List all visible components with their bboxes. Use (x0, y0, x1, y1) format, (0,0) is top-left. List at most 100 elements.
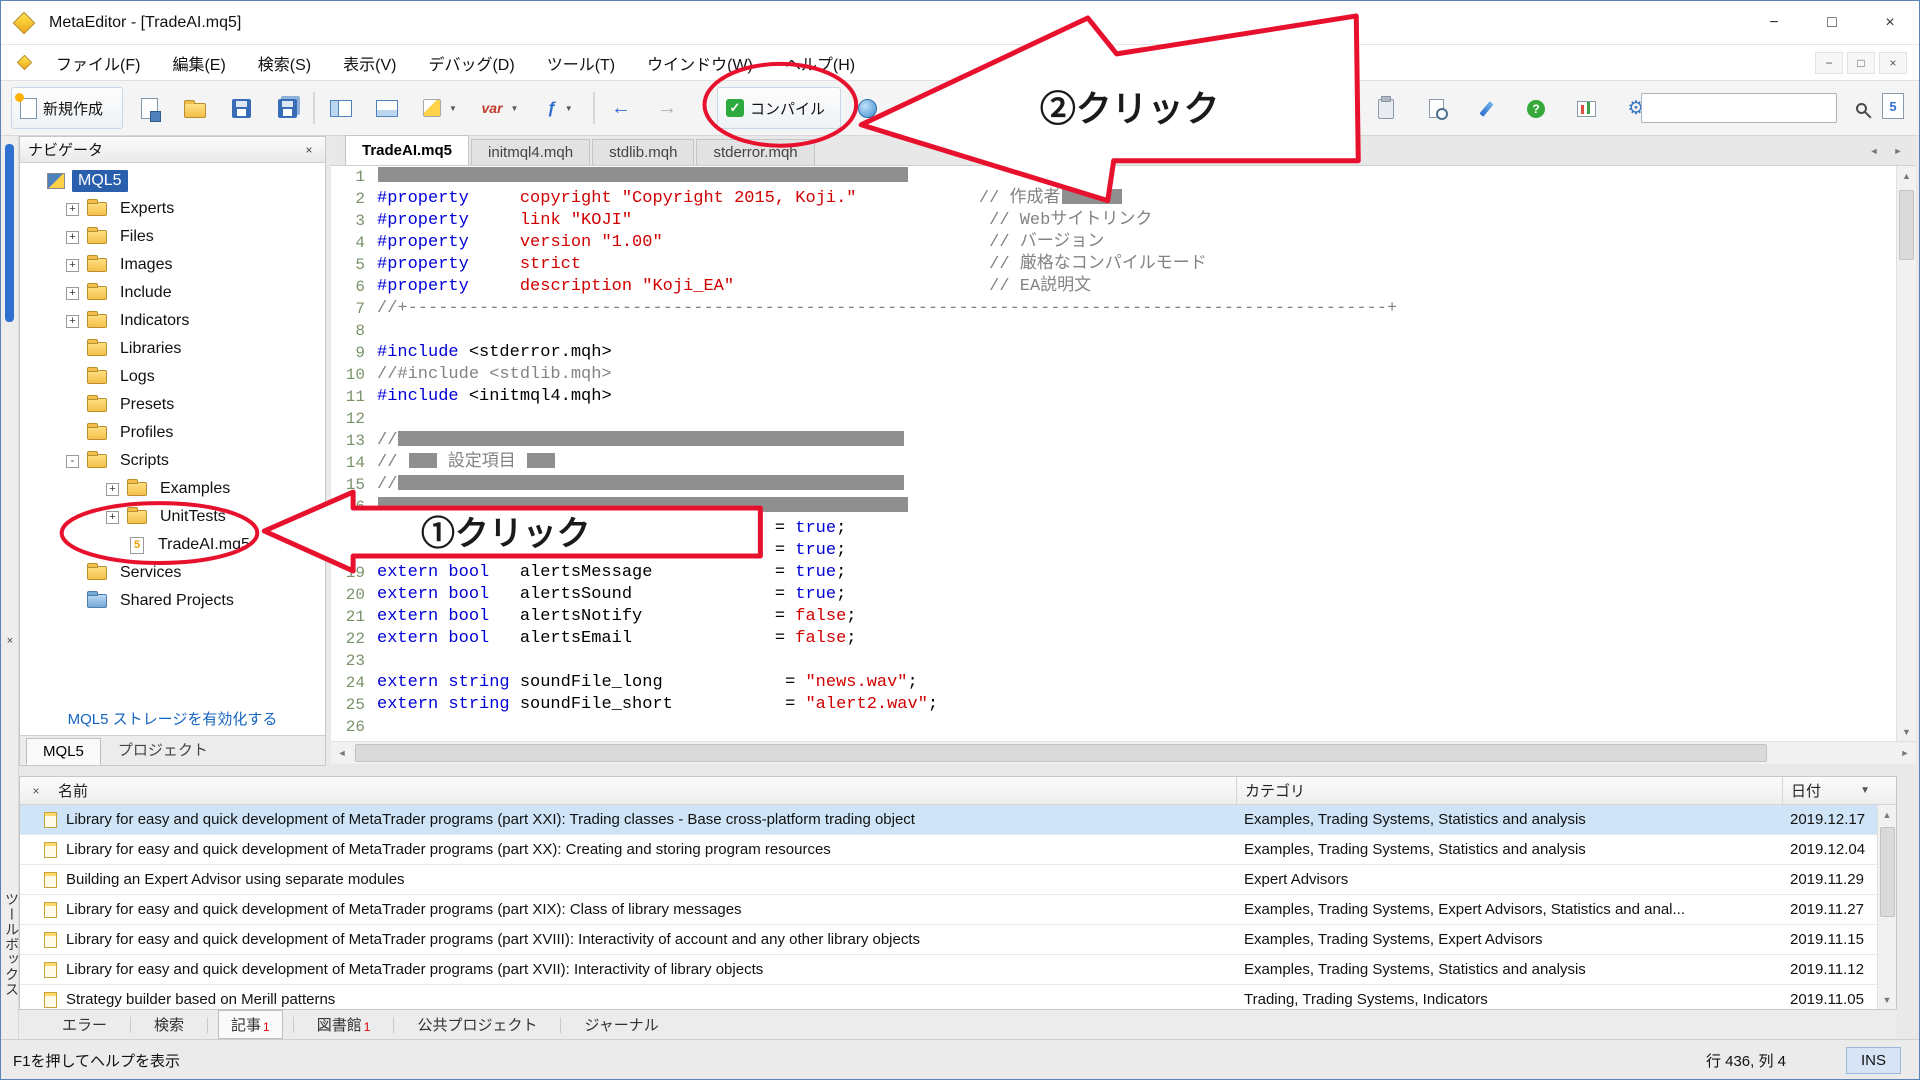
tree-item-images[interactable]: +Images (20, 251, 325, 279)
clipboard-button[interactable] (1366, 88, 1406, 130)
code-editor[interactable]: 12#property copyright "Copyright 2015, K… (331, 166, 1896, 741)
menu-tools[interactable]: ツール(T) (531, 45, 631, 80)
navigator-tab-project[interactable]: プロジェクト (101, 734, 225, 765)
tree-item-files[interactable]: +Files (20, 223, 325, 251)
expand-icon[interactable]: + (106, 483, 119, 496)
scroll-down-icon[interactable]: ▼ (1878, 990, 1896, 1009)
tab-prev-button[interactable]: ◄ (1865, 142, 1883, 160)
toolbox-tab-errors[interactable]: エラー (49, 1010, 120, 1039)
editor-tab-tradeai-mq5[interactable]: TradeAI.mq5 (345, 135, 469, 165)
search-in-files-button[interactable] (1416, 88, 1456, 130)
save-button[interactable] (221, 87, 261, 129)
scroll-down-icon[interactable]: ▼ (1897, 722, 1916, 741)
vertical-scroll-thumb[interactable] (1899, 190, 1914, 260)
minimize-button[interactable]: − (1745, 1, 1803, 44)
open-terminal-button[interactable] (1566, 88, 1606, 130)
article-row[interactable]: Library for easy and quick development o… (20, 835, 1896, 865)
new-file-button[interactable]: 新規作成 (11, 87, 123, 129)
insert-function-button[interactable]: ƒ ▼ (533, 87, 587, 129)
horizontal-scroll-thumb[interactable] (355, 744, 1767, 762)
toolbox-scroll-thumb[interactable] (1880, 827, 1895, 917)
article-row[interactable]: Library for easy and quick development o… (20, 925, 1896, 955)
column-header-date[interactable]: 日付 ▼ (1782, 777, 1896, 804)
toolbox-tab-public-projects[interactable]: 公共プロジェクト (404, 1010, 550, 1039)
tree-item-mql5[interactable]: MQL5 (20, 167, 325, 195)
dock-close-button[interactable]: × (3, 634, 17, 648)
menu-help[interactable]: ヘルプ(H) (769, 45, 871, 80)
column-header-name[interactable]: × 名前 (20, 777, 1236, 804)
article-row[interactable]: Library for easy and quick development o… (20, 805, 1896, 835)
tree-item-logs[interactable]: Logs (20, 363, 325, 391)
navigator-tab-mql5[interactable]: MQL5 (26, 738, 101, 765)
maximize-button[interactable]: □ (1803, 1, 1861, 44)
expand-icon[interactable]: + (66, 231, 79, 244)
tree-item-scripts[interactable]: -Scripts (20, 447, 325, 475)
collapse-icon[interactable]: - (66, 455, 79, 468)
toggle-navigator-button[interactable] (321, 87, 361, 129)
expand-icon[interactable]: + (66, 315, 79, 328)
menu-search[interactable]: 検索(S) (242, 45, 327, 80)
search-input[interactable] (1641, 93, 1837, 123)
mdi-restore-button[interactable]: □ (1847, 52, 1875, 74)
article-row[interactable]: Strategy builder based on Merill pattern… (20, 985, 1896, 1010)
toolbox-tab-articles[interactable]: 記事1 (218, 1010, 283, 1039)
tree-item-experts[interactable]: +Experts (20, 195, 325, 223)
editor-tab-initmql4-mqh[interactable]: initmql4.mqh (471, 139, 590, 165)
new-project-button[interactable] (129, 87, 169, 129)
enable-storage-link[interactable]: MQL5 ストレージを有効化する (20, 708, 325, 729)
menu-window[interactable]: ウインドウ(W) (631, 45, 769, 80)
editor-tab-stdlib-mqh[interactable]: stdlib.mqh (592, 139, 694, 165)
toolbox-tab-library[interactable]: 図書館1 (304, 1010, 384, 1039)
styler-button[interactable]: ▼ (413, 87, 467, 129)
tree-item-presets[interactable]: Presets (20, 391, 325, 419)
navigator-close-button[interactable]: × (301, 143, 317, 157)
tree-item-shared-projects[interactable]: Shared Projects (20, 587, 325, 615)
mdi-minimize-button[interactable]: − (1815, 52, 1843, 74)
toolbox-vertical-scrollbar[interactable]: ▲ ▼ (1877, 805, 1896, 1009)
toggle-toolbox-button[interactable] (367, 87, 407, 129)
tree-item-services[interactable]: Services (20, 559, 325, 587)
compile-button[interactable]: ✓ コンパイル (717, 87, 841, 129)
mdi-close-button[interactable]: × (1879, 52, 1907, 74)
article-row[interactable]: Library for easy and quick development o… (20, 895, 1896, 925)
toolbox-tab-search[interactable]: 検索 (141, 1010, 197, 1039)
mql5-website-button[interactable] (847, 87, 887, 129)
menu-view[interactable]: 表示(V) (327, 45, 412, 80)
menu-edit[interactable]: 編集(E) (156, 45, 241, 80)
highlight-button[interactable] (1466, 88, 1506, 130)
expand-icon[interactable]: + (66, 259, 79, 272)
toolbox-close-button[interactable]: × (28, 783, 44, 799)
tree-item-indicators[interactable]: +Indicators (20, 307, 325, 335)
search-go-button[interactable] (1844, 91, 1878, 125)
tree-item-libraries[interactable]: Libraries (20, 335, 325, 363)
menu-debug[interactable]: デバッグ(D) (412, 45, 530, 80)
scroll-up-icon[interactable]: ▲ (1897, 166, 1916, 185)
scroll-left-icon[interactable]: ◄ (331, 742, 353, 764)
check-help-button[interactable]: ? (1516, 88, 1556, 130)
close-button[interactable]: × (1861, 1, 1919, 44)
menu-file[interactable]: ファイル(F) (40, 45, 156, 80)
tree-item-examples[interactable]: +Examples (20, 475, 325, 503)
expand-icon[interactable]: + (106, 511, 119, 524)
insert-variable-button[interactable]: var ▼ (473, 87, 527, 129)
toolbox-tab-journal[interactable]: ジャーナル (571, 1010, 671, 1039)
tree-item-unittests[interactable]: +UnitTests (20, 503, 325, 531)
editor-tab-stderror-mqh[interactable]: stderror.mqh (696, 139, 814, 165)
tree-item-profiles[interactable]: Profiles (20, 419, 325, 447)
save-all-button[interactable] (267, 87, 307, 129)
mql5-community-button[interactable]: 5 (1882, 93, 1904, 119)
expand-icon[interactable]: + (66, 203, 79, 216)
article-row[interactable]: Library for easy and quick development o… (20, 955, 1896, 985)
editor-vertical-scrollbar[interactable]: ▲ ▼ (1896, 166, 1916, 741)
editor-horizontal-scrollbar[interactable]: ◄ ► (331, 741, 1916, 764)
tree-item-include[interactable]: +Include (20, 279, 325, 307)
column-header-category[interactable]: カテゴリ (1236, 777, 1782, 804)
tree-item-tradeai-mq5[interactable]: TradeAI.mq5 (20, 531, 325, 559)
expand-icon[interactable]: + (66, 287, 79, 300)
tab-next-button[interactable]: ► (1889, 142, 1907, 160)
article-row[interactable]: Building an Expert Advisor using separat… (20, 865, 1896, 895)
scroll-up-icon[interactable]: ▲ (1878, 805, 1896, 824)
scroll-right-icon[interactable]: ► (1894, 742, 1916, 764)
open-button[interactable] (175, 87, 215, 129)
navigate-back-button[interactable]: ← (601, 87, 641, 129)
